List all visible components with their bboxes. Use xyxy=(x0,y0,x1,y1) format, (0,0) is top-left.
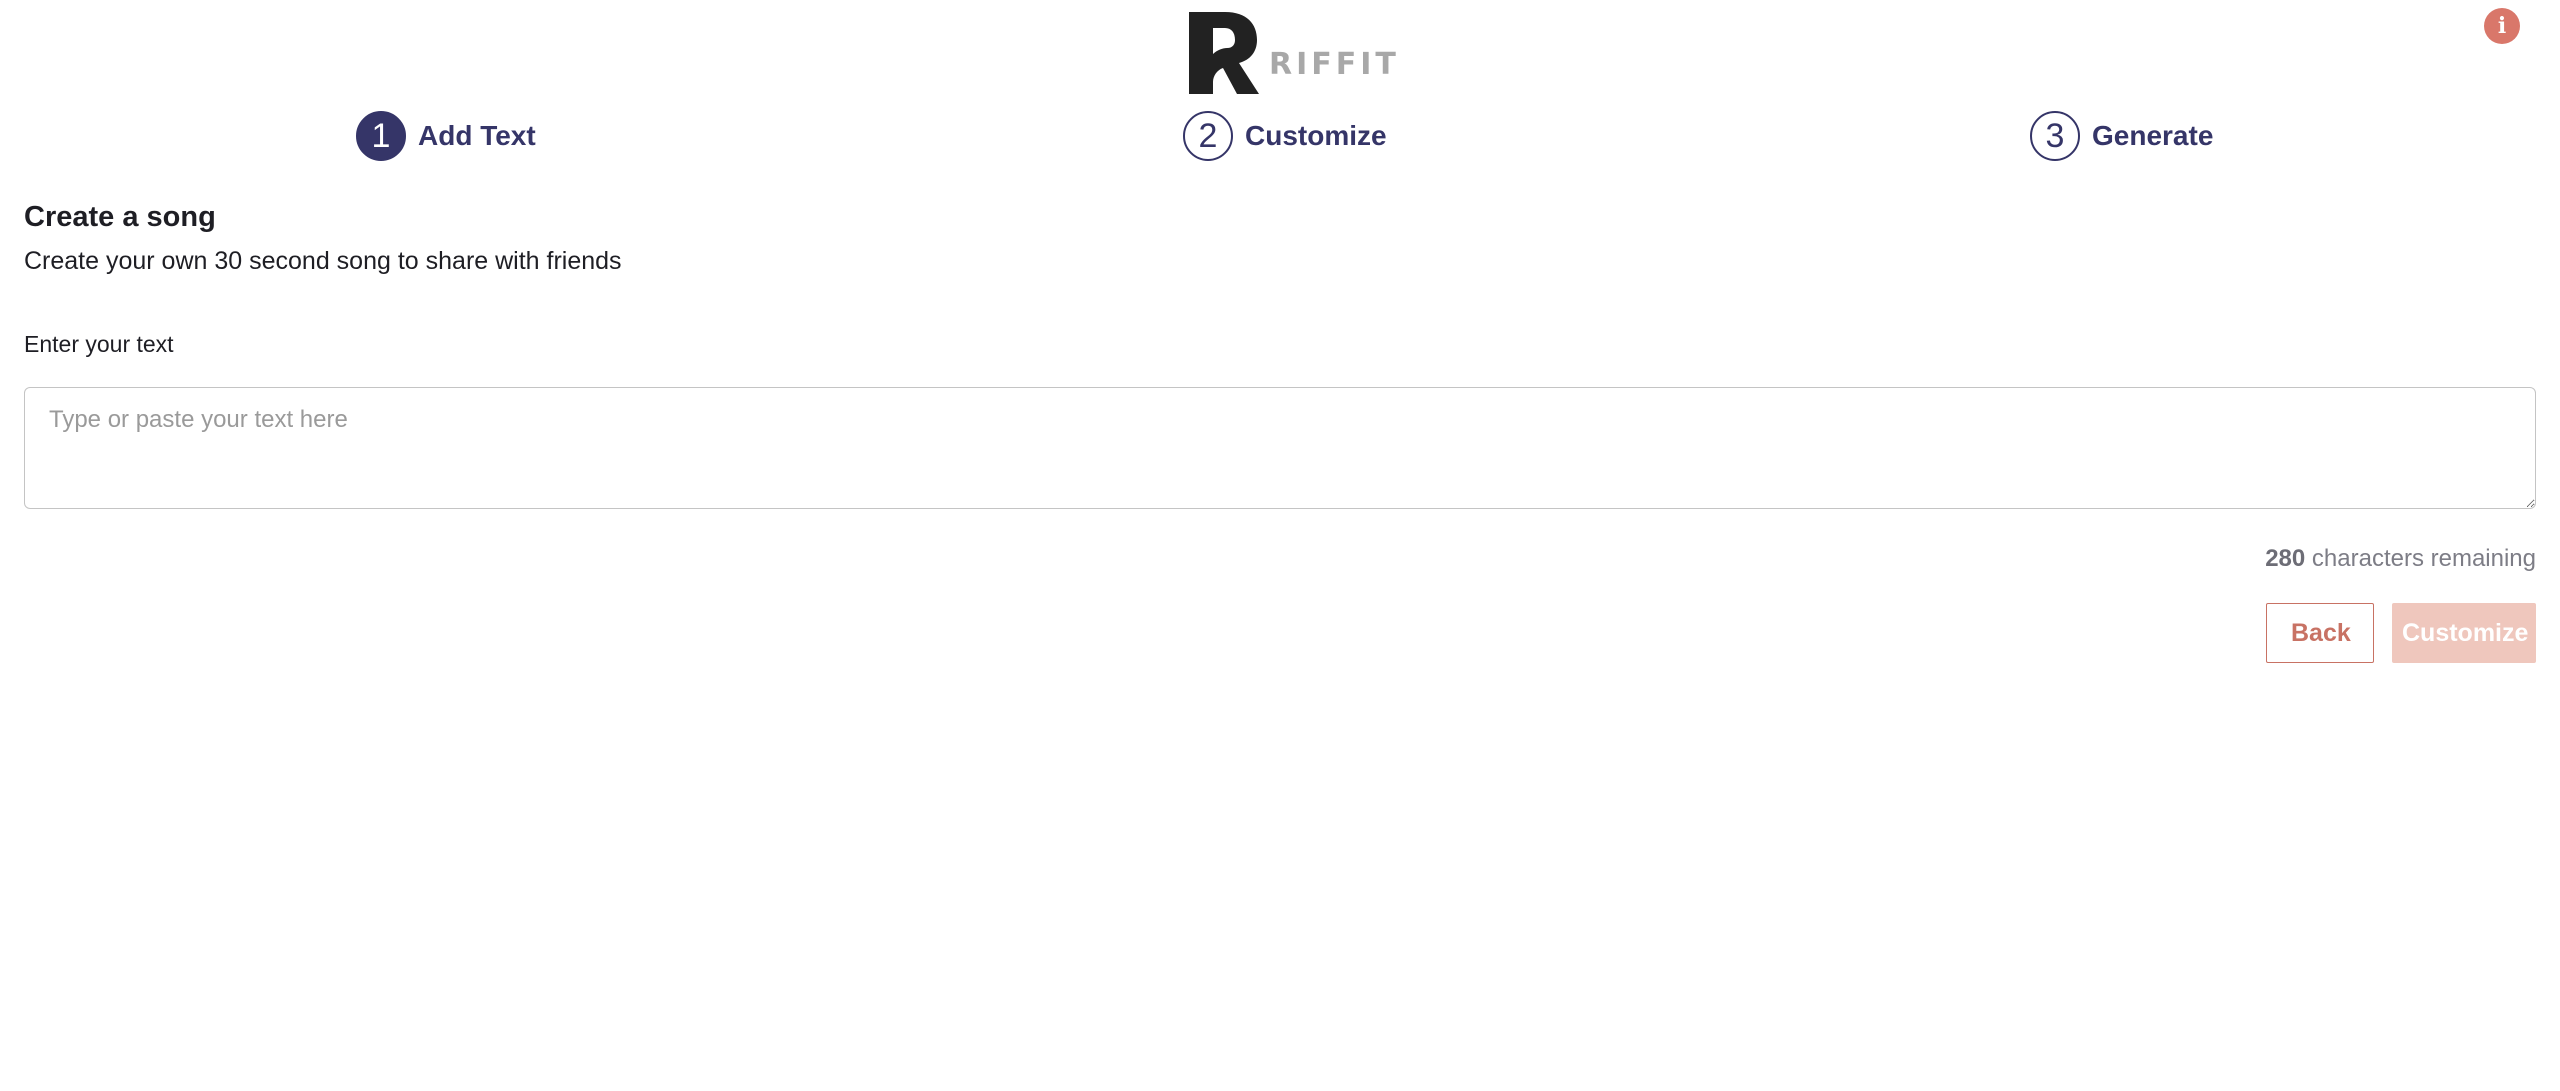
characters-remaining-count: 280 xyxy=(2265,545,2306,572)
step-add-text[interactable]: 1 Add Text xyxy=(356,110,536,162)
page-title: Create a song xyxy=(24,201,216,233)
step-generate[interactable]: 3 Generate xyxy=(2030,110,2213,162)
info-icon: i xyxy=(2497,13,2507,39)
riffit-logo[interactable]: RIFFIT xyxy=(1187,10,1400,96)
step-number: 2 xyxy=(1183,111,1233,161)
info-button[interactable]: i xyxy=(2484,8,2520,44)
create-song-form: Create a song Create your own 30 second … xyxy=(24,195,2536,663)
step-label: Add Text xyxy=(418,120,536,151)
customize-button[interactable]: Customize xyxy=(2392,603,2536,663)
page-subtitle: Create your own 30 second song to share … xyxy=(24,247,622,275)
progress-stepper: 1 Add Text 2 Customize 3 Generate xyxy=(0,110,2560,162)
step-label: Generate xyxy=(2092,120,2214,151)
step-number: 3 xyxy=(2030,111,2080,161)
text-field-label: Enter your text xyxy=(24,331,174,357)
step-label: Customize xyxy=(1245,120,1387,151)
characters-remaining: 280 characters remaining xyxy=(24,541,2536,577)
app-header: RIFFIT i xyxy=(0,0,2560,100)
back-button[interactable]: Back xyxy=(2266,603,2374,663)
form-actions: Back Customize xyxy=(24,603,2536,663)
characters-remaining-label: characters remaining xyxy=(2305,545,2536,572)
riffit-logo-icon xyxy=(1189,12,1259,94)
step-customize[interactable]: 2 Customize xyxy=(1183,110,1387,162)
logo-wordmark: RIFFIT xyxy=(1269,47,1400,82)
step-number: 1 xyxy=(356,111,406,161)
song-text-input[interactable] xyxy=(24,387,2536,509)
